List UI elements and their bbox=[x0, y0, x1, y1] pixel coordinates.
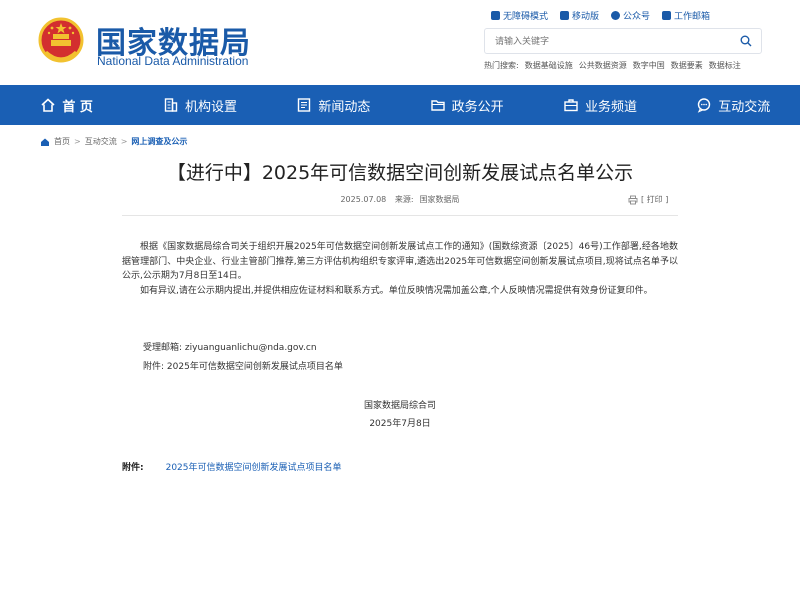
hot-search-item[interactable]: 数据要素 bbox=[671, 60, 703, 71]
nav-label: 机构设置 bbox=[184, 99, 237, 115]
accessibility-link[interactable]: 无障碍模式 bbox=[490, 9, 548, 22]
attachment-line: 附件: 2025年可信数据空间创新发展试点项目名单 bbox=[143, 359, 343, 372]
nav-item-gov-affairs[interactable]: 政务公开 bbox=[400, 85, 533, 125]
hot-search: 热门搜索: 数据基础设施 公共数据资源 数字中国 数据要素 数据标注 bbox=[484, 60, 741, 71]
hot-search-item[interactable]: 数据基础设施 bbox=[525, 60, 573, 71]
article-paragraph: 根据《国家数据局综合司关于组织开展2025年可信数据空间创新发展试点工作的通知》… bbox=[122, 242, 678, 281]
quick-links: 无障碍模式 移动版 公众号 工作邮箱 bbox=[490, 9, 710, 22]
article-paragraph: 如有异议,请在公示期内提出,并提供相应佐证材料和联系方式。单位反映情况需加盖公章… bbox=[140, 285, 653, 296]
page-title: 【进行中】2025年可信数据空间创新发展试点名单公示 bbox=[166, 162, 634, 184]
email-line: 受理邮箱: ziyuanguanlichu@nda.gov.cn bbox=[143, 340, 317, 353]
sign-date: 2025年7月8日 bbox=[369, 419, 431, 429]
printer-icon bbox=[628, 195, 638, 204]
breadcrumb-item[interactable]: 首页 bbox=[54, 136, 70, 147]
mobile-label: 移动版 bbox=[571, 12, 599, 22]
search-icon[interactable] bbox=[740, 35, 752, 47]
breadcrumb-current[interactable]: 网上调查及公示 bbox=[131, 136, 187, 147]
hot-search-item[interactable]: 数字中国 bbox=[633, 60, 665, 71]
site-header: 国家数据局 National Data Administration 无障碍模式… bbox=[0, 0, 800, 85]
source-label: 来源: bbox=[394, 195, 414, 204]
mail-link[interactable]: 工作邮箱 bbox=[661, 9, 710, 22]
accessibility-label: 无障碍模式 bbox=[502, 12, 548, 22]
mobile-link[interactable]: 移动版 bbox=[559, 9, 599, 22]
search-input[interactable] bbox=[485, 30, 725, 54]
mail-label: 工作邮箱 bbox=[673, 12, 710, 22]
nav-item-interaction[interactable]: 互动交流 bbox=[667, 85, 800, 125]
attachment-section-label: 附件: bbox=[122, 463, 144, 473]
breadcrumb-separator: > bbox=[120, 137, 128, 146]
breadcrumb-item[interactable]: 互动交流 bbox=[85, 136, 117, 147]
wechat-icon bbox=[610, 11, 620, 20]
divider bbox=[122, 215, 678, 216]
attachment-download-link[interactable]: 2025年可信数据空间创新发展试点项目名单 bbox=[166, 460, 342, 473]
email-address[interactable]: ziyuanguanlichu@nda.gov.cn bbox=[185, 343, 317, 353]
article-source: 国家数据局 bbox=[419, 195, 460, 204]
hot-search-item[interactable]: 数据标注 bbox=[709, 60, 741, 71]
signature: 国家数据局综合司 bbox=[363, 401, 436, 411]
wechat-label: 公众号 bbox=[622, 12, 650, 22]
main-nav: 首 页 机构设置 新闻动态 政务公开 业务频道 互动交流 bbox=[0, 85, 800, 125]
search-box bbox=[484, 28, 762, 54]
mobile-icon bbox=[559, 11, 569, 20]
accessibility-icon bbox=[490, 11, 500, 20]
attachment-name: 2025年可信数据空间创新发展试点项目名单 bbox=[166, 362, 343, 372]
nav-label: 业务频道 bbox=[584, 99, 637, 115]
nav-label: 互动交流 bbox=[718, 99, 771, 115]
hot-search-label: 热门搜索: bbox=[484, 61, 519, 70]
article-body: 根据《国家数据局综合司关于组织开展2025年可信数据空间创新发展试点工作的通知》… bbox=[122, 240, 678, 298]
building-icon bbox=[164, 98, 178, 112]
home-icon bbox=[41, 138, 49, 146]
print-button[interactable]: [ 打印 ] bbox=[628, 194, 668, 205]
article-date: 2025.07.08 bbox=[340, 195, 387, 204]
nav-item-home[interactable]: 首 页 bbox=[0, 85, 133, 125]
nav-label: 首 页 bbox=[62, 99, 93, 115]
email-label: 受理邮箱: bbox=[143, 343, 183, 353]
chat-icon bbox=[698, 98, 711, 113]
briefcase-icon bbox=[564, 99, 578, 112]
home-icon bbox=[41, 98, 55, 112]
nav-label: 新闻动态 bbox=[318, 99, 371, 115]
attachment-label: 附件: bbox=[143, 362, 165, 372]
article-meta: 2025.07.08 来源: 国家数据局 bbox=[0, 194, 800, 205]
nav-item-news[interactable]: 新闻动态 bbox=[267, 85, 400, 125]
print-label: [ 打印 ] bbox=[641, 195, 669, 204]
site-title-en: National Data Administration bbox=[97, 54, 249, 68]
nav-item-organization[interactable]: 机构设置 bbox=[133, 85, 266, 125]
attachment-section: 附件: 2025年可信数据空间创新发展试点项目名单 bbox=[122, 460, 342, 473]
folder-icon bbox=[430, 100, 445, 111]
wechat-link[interactable]: 公众号 bbox=[610, 9, 650, 22]
national-emblem-icon bbox=[38, 17, 84, 63]
news-icon bbox=[298, 98, 311, 112]
breadcrumb: 首页 > 互动交流 > 网上调查及公示 bbox=[40, 136, 187, 147]
hot-search-item[interactable]: 公共数据资源 bbox=[579, 60, 627, 71]
mail-icon bbox=[661, 11, 671, 20]
nav-item-business[interactable]: 业务频道 bbox=[533, 85, 666, 125]
nav-label: 政务公开 bbox=[451, 99, 504, 115]
breadcrumb-separator: > bbox=[74, 137, 81, 146]
